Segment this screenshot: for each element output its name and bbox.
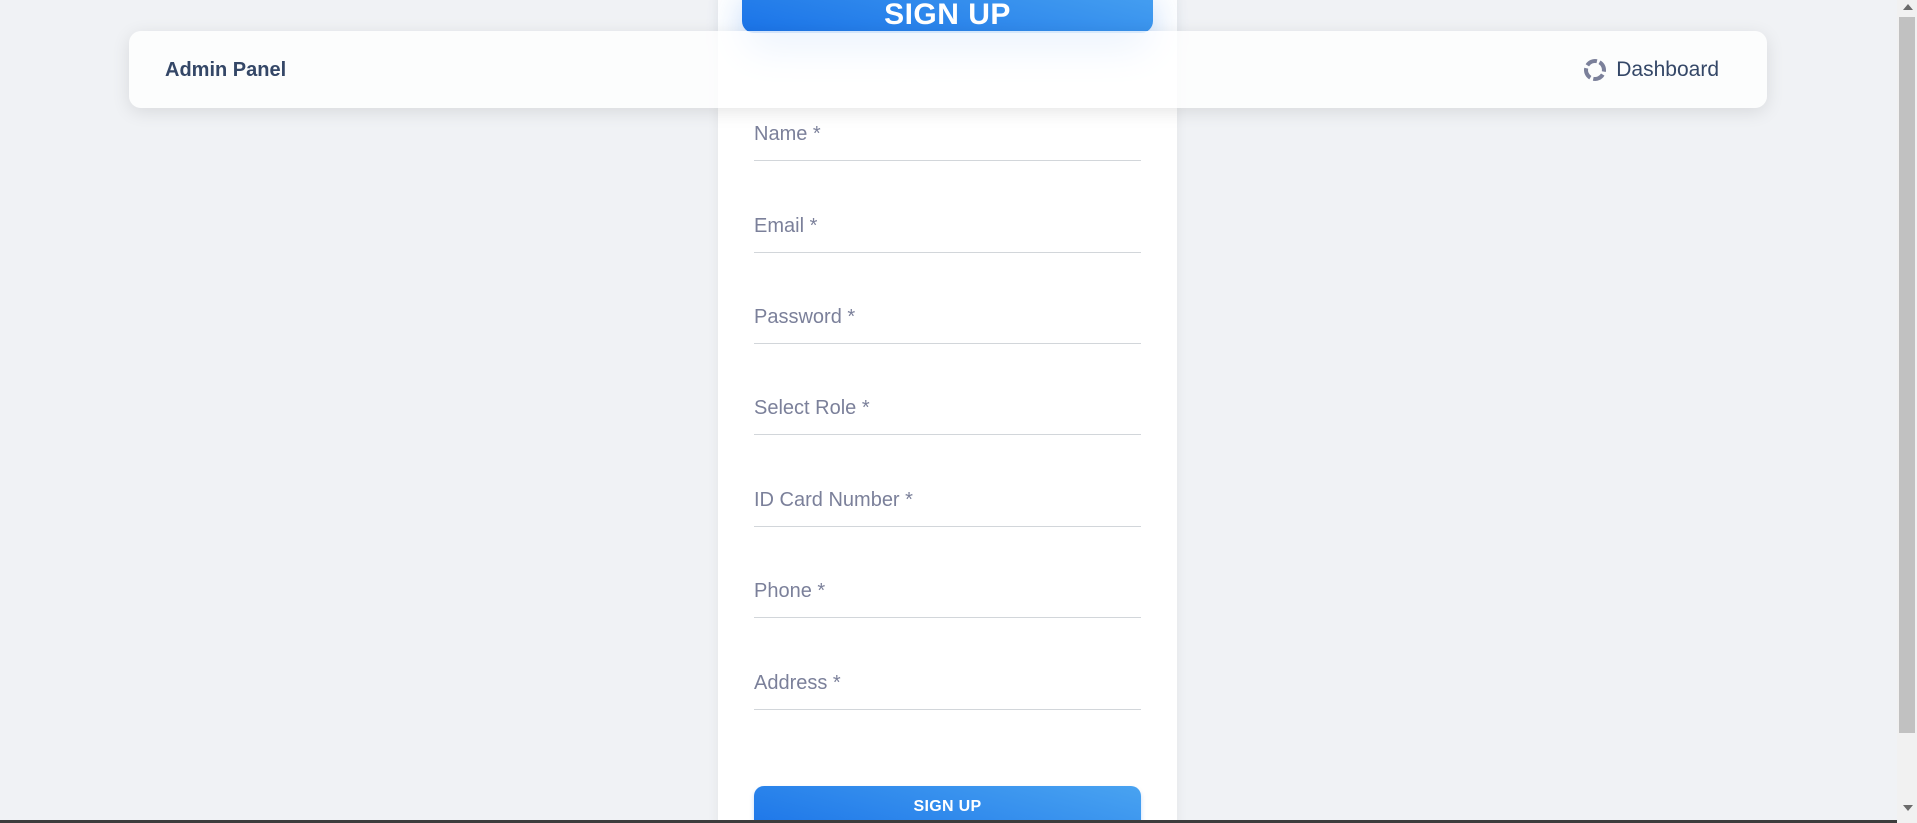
phone-field[interactable]: Phone * [754,577,1141,618]
id-card-number-field-label: ID Card Number * [754,489,913,511]
brand-title[interactable]: Admin Panel [165,59,286,82]
password-field-label: Password * [754,306,856,328]
scroll-down-arrow-icon[interactable] [1903,805,1913,811]
email-field[interactable]: Email * [754,212,1141,253]
dashboard-link[interactable]: Dashboard [1582,57,1719,83]
page-viewport: SIGN UP Name * Email * Password * Select… [0,0,1897,820]
phone-field-label: Phone * [754,580,826,602]
id-card-number-field[interactable]: ID Card Number * [754,486,1141,527]
address-field-label: Address * [754,672,841,694]
name-field-label: Name * [754,123,821,145]
signup-card: SIGN UP Name * Email * Password * Select… [718,0,1177,820]
scroll-up-arrow-icon[interactable] [1903,4,1913,10]
donut-chart-icon [1582,57,1608,83]
name-field[interactable]: Name * [754,120,1141,161]
scroll-thumb[interactable] [1899,17,1915,733]
signup-title: SIGN UP [884,0,1011,31]
top-navbar: Admin Panel Dashboard [129,31,1767,108]
password-field[interactable]: Password * [754,303,1141,344]
signup-card-header: SIGN UP [742,0,1153,33]
address-field[interactable]: Address * [754,669,1141,710]
dashboard-link-label: Dashboard [1616,58,1719,81]
email-field-label: Email * [754,215,818,237]
signup-submit-button[interactable]: SIGN UP [754,786,1141,820]
select-role-field[interactable]: Select Role * [754,394,1141,435]
vertical-scrollbar[interactable] [1897,0,1917,823]
select-role-field-label: Select Role * [754,397,870,419]
